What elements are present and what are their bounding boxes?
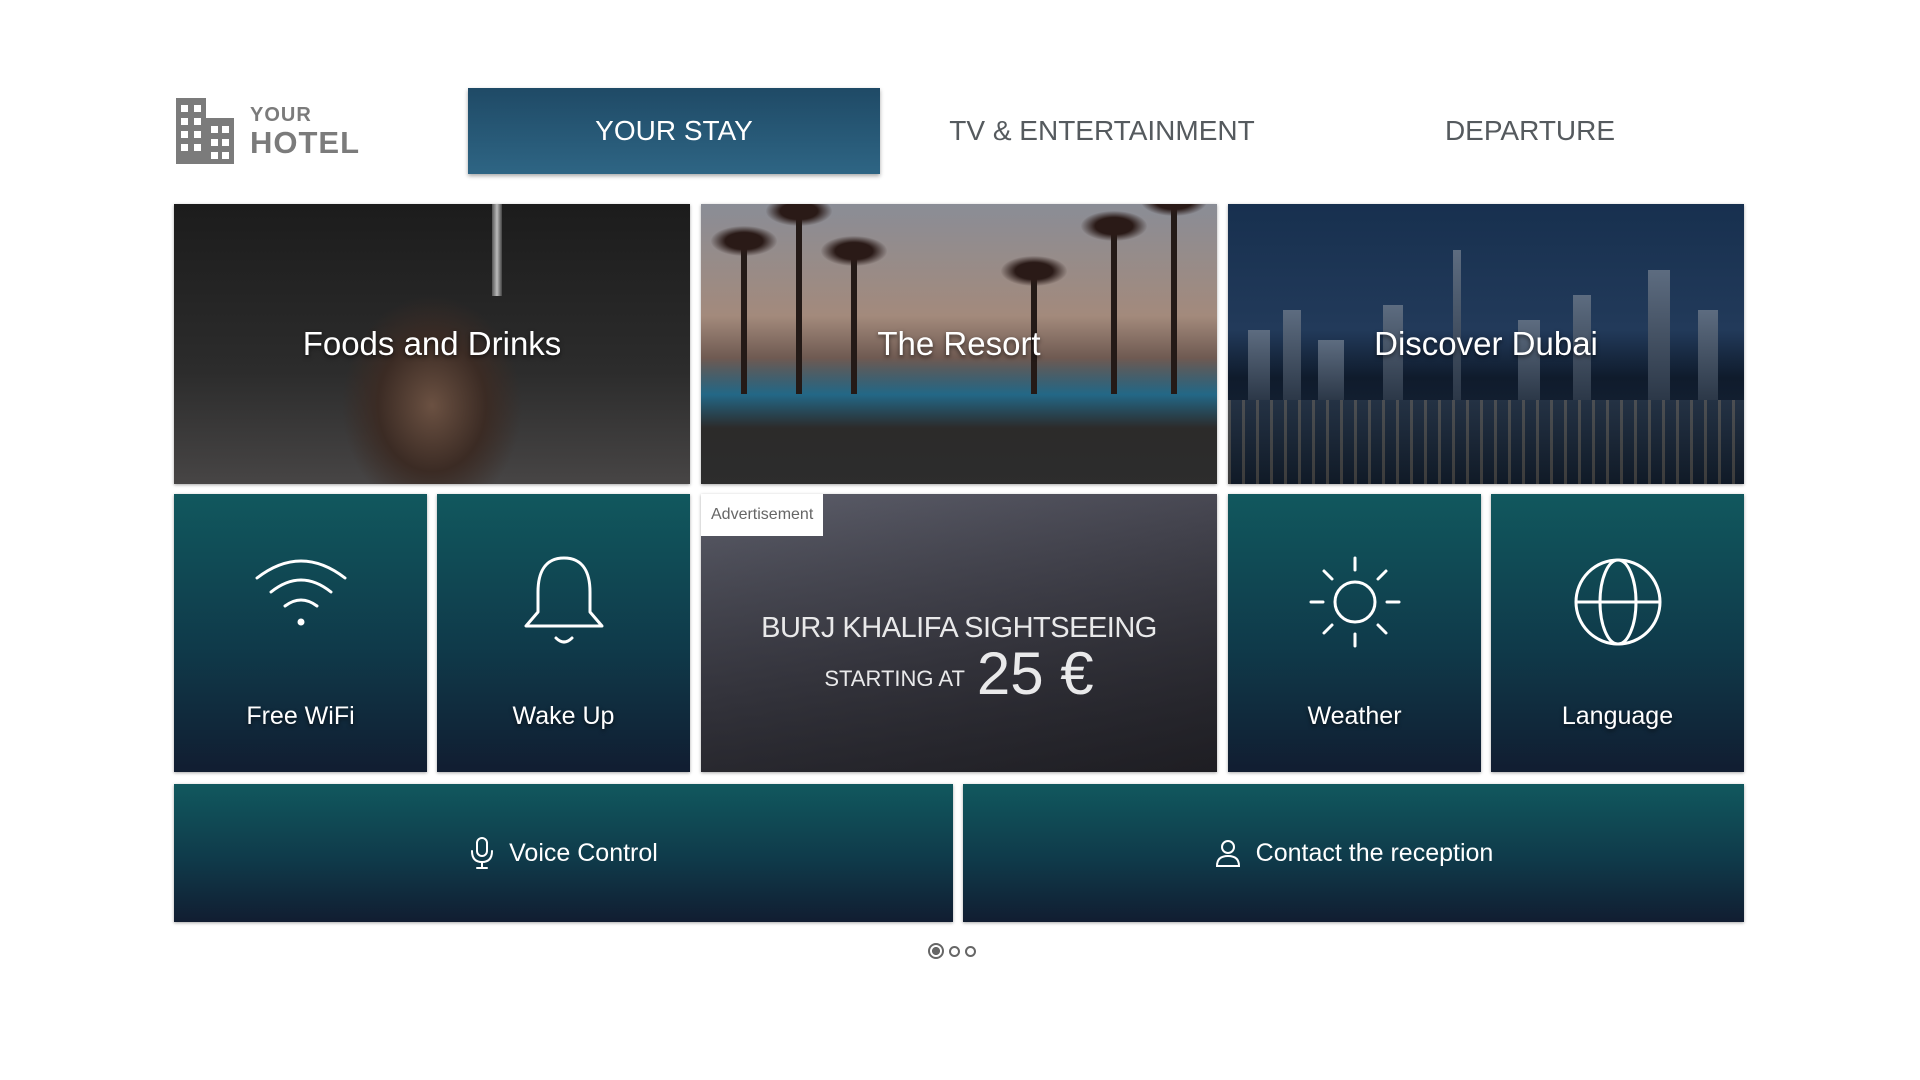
tile-weather[interactable]: Weather <box>1228 494 1481 772</box>
ad-price-prefix: STARTING AT <box>824 666 965 691</box>
voice-control-button[interactable]: Voice Control <box>174 784 953 922</box>
water-decoration <box>1228 400 1744 484</box>
advertisement-badge: Advertisement <box>701 494 824 536</box>
palm-decoration <box>766 204 832 394</box>
ad-tile-burj-khalifa[interactable]: Advertisement BURJ KHALIFA SIGHTSEEING S… <box>701 494 1217 772</box>
tile-discover-dubai[interactable]: Discover Dubai <box>1228 204 1744 484</box>
building-icon <box>176 98 234 164</box>
tile-language[interactable]: Language <box>1491 494 1744 772</box>
hotel-portal: YOUR HOTEL YOUR STAY TV & ENTERTAINMENT … <box>0 0 1920 1080</box>
tile-wake-up[interactable]: Wake Up <box>437 494 690 772</box>
contact-reception-label: Contact the reception <box>1255 838 1494 867</box>
page-indicator <box>928 943 976 959</box>
page-dot-2[interactable] <box>949 945 960 957</box>
tab-departure[interactable]: DEPARTURE <box>1324 88 1736 174</box>
microphone-icon <box>471 837 494 869</box>
tile-label: Wake Up <box>512 702 615 730</box>
page-dot-1[interactable] <box>928 943 944 959</box>
tile-label: Free WiFi <box>246 702 355 730</box>
contact-reception-button[interactable]: Contact the reception <box>963 784 1744 922</box>
user-icon <box>1215 840 1240 867</box>
main-nav: YOUR STAY TV & ENTERTAINMENT DEPARTURE <box>468 88 1752 174</box>
tile-label: Foods and Drinks <box>302 325 562 362</box>
logo-wordmark: YOUR HOTEL <box>250 105 360 158</box>
ad-title: BURJ KHALIFA SIGHTSEEING <box>761 612 1157 644</box>
tile-free-wifi[interactable]: Free WiFi <box>174 494 427 772</box>
palm-decoration <box>1141 204 1207 394</box>
logo-text-big: HOTEL <box>250 124 361 160</box>
tile-label: Weather <box>1307 702 1402 730</box>
tab-tv-entertainment[interactable]: TV & ENTERTAINMENT <box>896 88 1308 174</box>
logo-text-small: YOUR <box>250 103 312 126</box>
palm-decoration <box>821 236 887 394</box>
ad-price: 25 € <box>976 640 1094 707</box>
tile-the-resort[interactable]: The Resort <box>701 204 1217 484</box>
tile-label: Discover Dubai <box>1374 325 1598 362</box>
wifi-icon <box>255 559 346 626</box>
voice-control-label: Voice Control <box>509 838 658 867</box>
knife-decoration <box>492 204 502 296</box>
tab-your-stay[interactable]: YOUR STAY <box>468 88 880 174</box>
bell-icon <box>524 556 603 644</box>
sun-icon <box>1309 556 1400 648</box>
globe-icon <box>1574 558 1661 646</box>
palm-decoration <box>711 226 777 394</box>
ad-price-row: STARTING AT 25 € <box>701 644 1217 704</box>
tile-label: Language <box>1561 702 1674 730</box>
page-dot-3[interactable] <box>965 945 976 957</box>
palm-decoration <box>1081 211 1147 394</box>
tile-label: The Resort <box>877 325 1041 362</box>
hotel-logo[interactable]: YOUR HOTEL <box>174 96 360 166</box>
tile-foods-and-drinks[interactable]: Foods and Drinks <box>174 204 690 484</box>
